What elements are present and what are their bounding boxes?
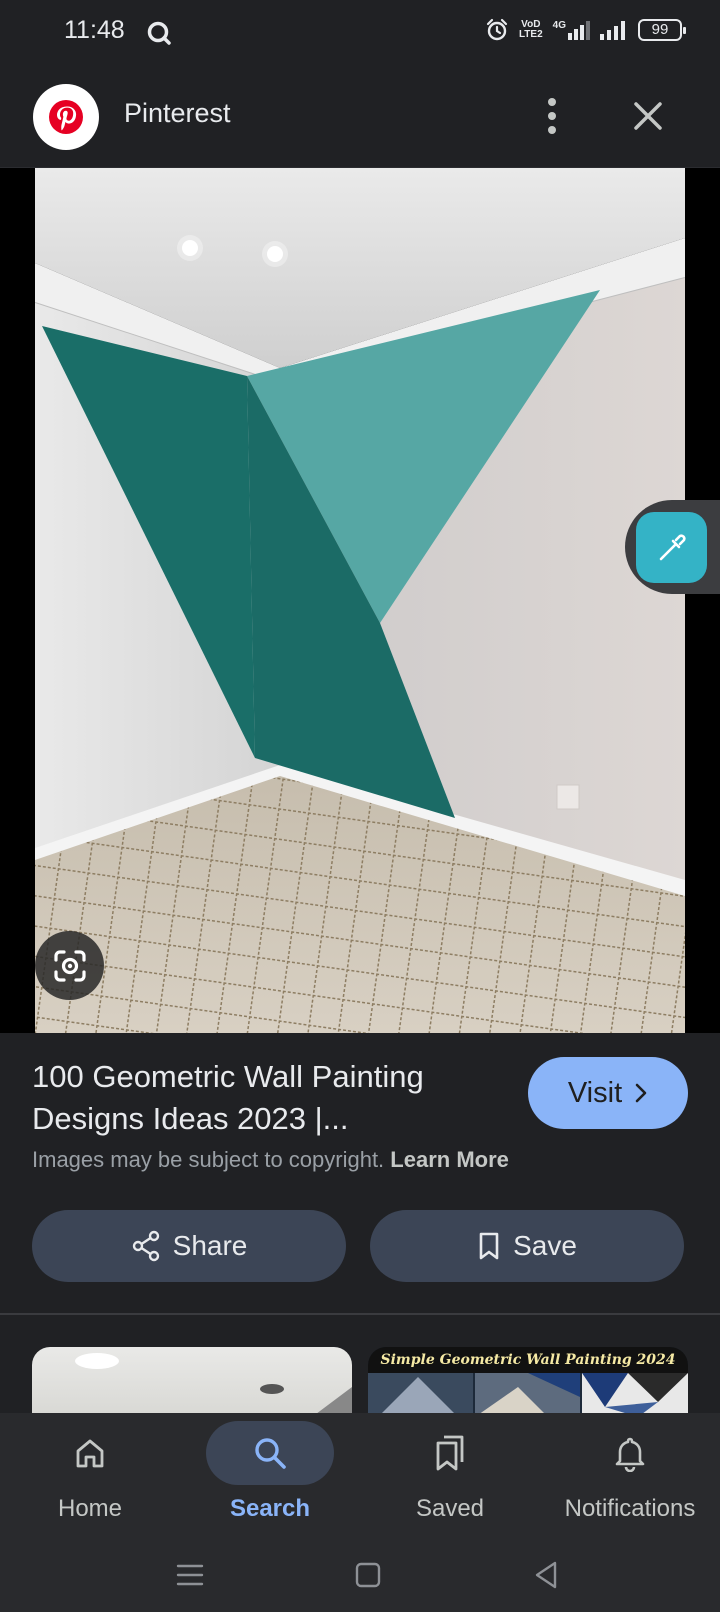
nav-home[interactable]: Home [0,1413,180,1533]
bell-icon [615,1437,645,1472]
home-icon [76,1439,104,1468]
visit-label: Visit [567,1076,623,1109]
nav-notifications[interactable]: Notifications [540,1413,720,1533]
related-image-left[interactable] [32,1347,352,1417]
color-picker-tab [625,500,720,594]
result-image[interactable] [35,168,685,1033]
google-lens-icon [53,949,86,982]
close-icon[interactable] [628,96,668,136]
signal-icon-2 [600,21,625,40]
alarm-icon [486,18,508,41]
bookmark-icon [479,1232,499,1260]
geometric-wall-photo [35,168,685,1033]
share-label: Share [172,1230,248,1261]
back-icon[interactable] [528,1557,564,1593]
nav-notifications-label: Notifications [564,1495,696,1522]
result-title[interactable]: 100 Geometric Wall Painting Designs Idea… [32,1056,492,1140]
system-navigation-bar [0,1541,720,1612]
section-divider [0,1313,720,1315]
bottom-navigation: Home Search Saved Notifications [0,1413,720,1612]
save-button[interactable]: Save [370,1210,684,1282]
nav-saved[interactable]: Saved [360,1413,540,1533]
volte-indicator: VoD LTE2 [518,19,543,40]
copyright-notice: Images may be subject to copyright. Lear… [32,1147,509,1172]
bookmarks-icon [436,1435,464,1471]
battery-indicator: 99 [638,19,686,41]
nav-saved-label: Saved [415,1495,485,1522]
nav-home-label: Home [57,1495,123,1522]
nav-search-label: Search [229,1495,311,1522]
signal-icon-1 [568,21,590,40]
learn-more-link[interactable]: Learn More [390,1147,509,1172]
more-options-icon[interactable] [536,94,568,138]
nav-search[interactable]: Search [180,1413,360,1533]
network-type: 4G [553,20,590,40]
eyedropper-icon [659,533,686,560]
related-image-right[interactable]: Simple Geometric Wall Painting 2024 [368,1347,688,1417]
status-time: 11:48 [64,16,125,44]
site-name[interactable]: Pinterest [124,98,231,129]
recent-apps-icon[interactable] [172,1557,208,1593]
status-icons: VoD LTE2 4G 99 [485,18,686,42]
search-icon [255,1438,286,1469]
status-bar: 11:48 VoD LTE2 4G 99 [0,0,720,64]
google-lens-button[interactable] [35,931,104,1000]
pinterest-logo-icon[interactable] [33,84,99,150]
save-label: Save [513,1230,577,1261]
visit-button[interactable]: Visit [528,1057,688,1129]
home-system-icon[interactable] [350,1557,386,1593]
image-preview [0,168,720,1033]
chevron-right-icon [635,1083,647,1103]
share-icon [132,1230,159,1262]
source-header: Pinterest [0,64,720,168]
share-button[interactable]: Share [32,1210,346,1282]
lens-notification-icon [147,21,171,45]
eyedropper-button[interactable] [636,512,707,583]
